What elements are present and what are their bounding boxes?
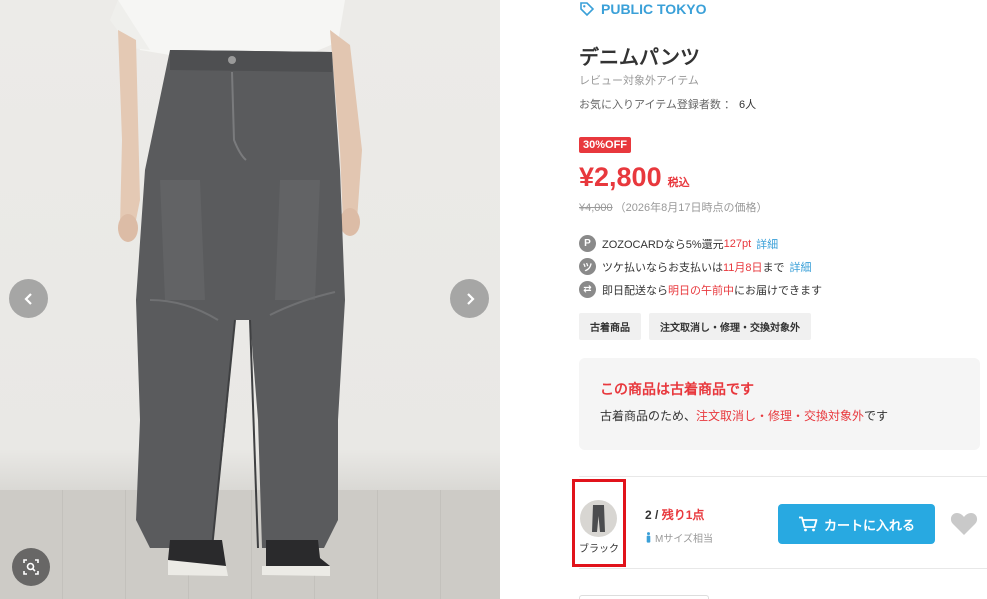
original-price-note: （2026年8月17日時点の価格） — [614, 202, 768, 214]
perk-points: P ZOZOCARDなら5%還元 127pt 詳細 — [579, 232, 822, 255]
perk-list: P ZOZOCARDなら5%還元 127pt 詳細 ツ ツケ払いならお支払いは 11… — [579, 232, 822, 301]
fit-note: Mサイズ相当 — [645, 530, 713, 545]
perk-text: ZOZOCARDなら5%還元 — [602, 238, 724, 251]
size-label: 2 / — [645, 508, 662, 522]
product-title: デニムパンツ — [579, 47, 700, 69]
add-to-cart-label: カートに入れる — [823, 517, 915, 533]
tag-icon — [580, 2, 595, 17]
chevron-left-icon — [23, 292, 32, 305]
delivery-truck-icon: ⇄ — [579, 281, 596, 298]
discount-badge: 30%OFF — [579, 137, 632, 153]
notice-body-text: 古着商品のため、 — [600, 409, 697, 423]
size-stock-info: 2 / 残り1点 Mサイズ相当 — [645, 506, 713, 545]
person-icon — [646, 532, 651, 543]
original-price-value: ¥4,000 — [579, 202, 613, 214]
notice-body: 古着商品のため、注文取消し・修理・交換対象外です — [600, 407, 959, 424]
perk-delivery: ⇄ 即日配送なら 明日の午前中 にお届けできます — [579, 278, 822, 301]
brand-link[interactable]: PUBLIC TOKYO — [579, 1, 707, 17]
sku-row: ブラック 2 / 残り1点 Mサイズ相当 カートに入れる — [572, 476, 987, 569]
perk-text: ツケ払いならお支払いは — [602, 261, 723, 274]
add-to-cart-button[interactable]: カートに入れる — [778, 504, 935, 544]
review-note: レビュー対象外アイテム — [579, 75, 699, 87]
pants-thumbnail — [592, 505, 605, 532]
perk-text-suffix: まで — [762, 261, 785, 274]
perk-deferred-payment: ツ ツケ払いならお支払いは 11月8日 まで 詳細 — [579, 255, 822, 278]
perk-highlight: 明日の午前中 — [668, 284, 734, 297]
notice-title: この商品は古着商品です — [600, 381, 754, 397]
stock-remaining: 残り1点 — [661, 508, 705, 522]
product-tags: 古着商品 注文取消し・修理・交換対象外 — [579, 313, 811, 340]
notice-body-highlight: 注文取消し・修理・交換対象外 — [696, 409, 865, 423]
color-name: ブラック — [579, 544, 619, 555]
product-photo — [110, 0, 362, 576]
price: ¥2,800 税込 — [579, 162, 690, 193]
notice-body-suffix: です — [864, 409, 889, 423]
perk-highlight: 11月8日 — [723, 261, 763, 274]
favorite-button[interactable] — [950, 511, 978, 541]
perk-deferred-detail-link[interactable]: 詳細 — [790, 259, 812, 275]
perk-points-detail-link[interactable]: 詳細 — [756, 236, 778, 252]
tax-label: 税込 — [667, 177, 690, 189]
previous-image-button[interactable] — [9, 279, 48, 318]
magnifier-icon — [23, 559, 39, 575]
color-swatch-thumbnail — [580, 500, 617, 537]
favorite-count-value: 6人 — [738, 99, 757, 111]
points-icon: P — [579, 235, 596, 252]
tag-no-cancel: 注文取消し・修理・交換対象外 — [649, 313, 811, 340]
perk-highlight: 127pt — [723, 237, 752, 250]
favorite-count-label: お気に入りアイテム登録者数 ： — [579, 99, 735, 111]
product-detail-panel: PUBLIC TOKYO デニムパンツ レビュー対象外アイテム お気に入りアイテ… — [572, 0, 987, 599]
chevron-right-icon — [466, 292, 475, 305]
next-image-button[interactable] — [450, 279, 489, 318]
deferred-pay-icon: ツ — [579, 258, 596, 275]
tag-used-item: 古着商品 — [579, 313, 641, 340]
zoom-image-button[interactable] — [12, 548, 50, 586]
fit-note-text: Mサイズ相当 — [655, 534, 714, 545]
perk-text-suffix: にお届けできます — [734, 284, 822, 297]
heart-icon — [950, 513, 978, 535]
stock-status: 2 / 残り1点 — [645, 506, 713, 523]
price-amount: ¥2,800 — [579, 162, 662, 192]
cart-icon — [798, 516, 818, 532]
next-section-edge — [579, 595, 709, 599]
perk-text: 即日配送なら — [602, 284, 668, 297]
color-selector-black[interactable]: ブラック — [572, 479, 626, 567]
brand-name[interactable]: PUBLIC TOKYO — [601, 1, 707, 17]
used-item-notice: この商品は古着商品です 古着商品のため、注文取消し・修理・交換対象外です — [579, 358, 980, 450]
product-image-gallery — [0, 0, 500, 599]
original-price: ¥4,000 （2026年8月17日時点の価格） — [579, 199, 767, 215]
favorite-count: お気に入りアイテム登録者数 ： 6人 — [579, 96, 756, 112]
